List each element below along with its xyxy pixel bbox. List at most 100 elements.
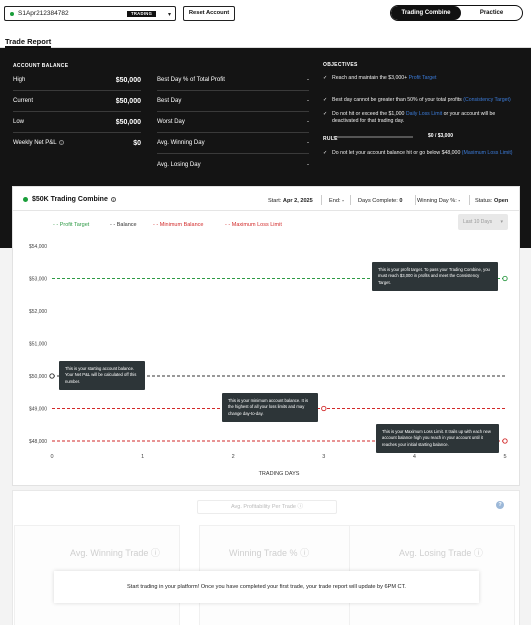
start-trading-notice: Start trading in your platform! Once you…	[54, 571, 479, 603]
objective-text-part: Do not hit or exceed the $1,000	[332, 111, 406, 117]
info-icon: ⓘ	[150, 548, 160, 558]
info-icon[interactable]: i	[58, 140, 64, 146]
meta-value: Open	[493, 198, 509, 204]
stat-value: -	[307, 140, 309, 146]
stat-label: High	[13, 77, 26, 83]
legend-profit-target: - - Profit Target	[53, 222, 89, 228]
legend-min-balance: - - Minimum Balance	[153, 222, 203, 228]
stat-current: Current $50,000	[13, 91, 141, 112]
consistency-target-link[interactable]: (Consistency Target)	[463, 97, 510, 103]
stat-value: $50,000	[115, 97, 141, 105]
stat-label: Worst Day	[157, 119, 185, 125]
info-icon: ⓘ	[300, 548, 310, 558]
stat-avg-losing-day: Avg. Losing Day -	[157, 154, 309, 175]
meta-value: -	[458, 198, 461, 204]
stat-label: Weekly Net P&L i	[13, 140, 64, 147]
info-icon[interactable]: i	[110, 197, 116, 202]
range-select[interactable]: Last 10 Days ▾	[458, 214, 508, 230]
stat-low: Low $50,000	[13, 112, 141, 133]
avg-profitability-button[interactable]: Avg. Profitability Per Trade ⓘ	[197, 500, 337, 514]
stat-weekly-pnl: Weekly Net P&L i $0	[13, 133, 141, 154]
status-dot-icon	[23, 197, 28, 202]
objective-daily-loss: ✓ Do not hit or exceed the $1,000 Daily …	[323, 111, 523, 125]
legend-balance: - - Balance	[110, 222, 137, 228]
stat-best-day: Best Day -	[157, 91, 309, 112]
daily-loss-limit-link[interactable]: Daily Loss Limit	[406, 111, 442, 117]
objectives-heading: OBJECTIVES	[323, 62, 358, 68]
objective-text-part: Reach and maintain the $3,000+	[332, 75, 409, 81]
stat-label: Best Day	[157, 98, 182, 104]
help-icon[interactable]: ?	[496, 501, 504, 509]
meta-label: Start:	[268, 198, 283, 204]
legend-label: Minimum Balance	[159, 222, 204, 228]
max-loss-limit-link[interactable]: (Maximum Loss Limit)	[462, 150, 513, 156]
stat-value: -	[307, 161, 309, 168]
winning-trade-pct-label: Winning Trade % ⓘ	[229, 546, 309, 559]
account-type-badge: TRADING	[127, 10, 157, 17]
avg-losing-trade-label: Avg. Losing Trade ⓘ	[399, 546, 483, 559]
stat-label: Current	[13, 98, 34, 104]
ghost-text: Avg. Losing Trade	[399, 548, 472, 558]
reset-account-button[interactable]: Reset Account	[183, 6, 235, 21]
objective-text: Best day cannot be greater than 50% of y…	[332, 97, 511, 104]
stat-value: $50,000	[115, 118, 141, 126]
objective-text-part: Best day cannot be greater than 50% of y…	[332, 97, 464, 103]
stat-worst-day: Worst Day -	[157, 112, 309, 133]
tab-trading-combine[interactable]: Trading Combine	[391, 6, 461, 20]
tooltip-max-loss: This is your Maximum Loss Limit. It trai…	[376, 424, 499, 454]
meta-value: Apr 2, 2025	[282, 198, 313, 204]
legend-max-loss: - - Maximum Loss Limit	[225, 222, 282, 228]
combine-start: Start: Apr 2, 2025	[268, 198, 313, 204]
meta-label: Status:	[475, 198, 494, 204]
divider	[350, 195, 351, 205]
divider	[415, 195, 416, 205]
stat-value: -	[307, 119, 309, 125]
avg-winning-trade-label: Avg. Winning Trade ⓘ	[70, 546, 160, 559]
objective-consistency: ✓ Best day cannot be greater than 50% of…	[323, 97, 523, 104]
stat-value: -	[307, 77, 309, 83]
account-selector[interactable]: S1Apr212384782 TRADING ▾	[4, 6, 176, 21]
rule-text: Do not let your account balance hit or g…	[332, 150, 513, 157]
tab-practice[interactable]: Practice	[461, 6, 522, 20]
meta-value: -	[342, 198, 344, 204]
avg-profitability-label: Avg. Profitability Per Trade	[230, 504, 296, 510]
combine-status: Status: Open	[475, 198, 508, 204]
tooltip-balance: This is your starting account balance. Y…	[59, 361, 145, 391]
stat-label: Avg. Winning Day	[157, 140, 205, 146]
legend-label: Maximum Loss Limit	[231, 222, 282, 228]
profit-target-link[interactable]: Profit Target	[409, 75, 437, 81]
stat-value: $50,000	[115, 76, 141, 84]
profit-progress-bar	[333, 136, 413, 138]
legend-label: Balance	[116, 222, 137, 228]
rule-heading: RULE	[323, 136, 338, 142]
top-bar: S1Apr212384782 TRADING ▾ Reset Account T…	[0, 0, 531, 30]
objective-text: Do not hit or exceed the $1,000 Daily Lo…	[332, 111, 523, 125]
rule-text-part: Do not let your account balance hit or g…	[332, 150, 462, 156]
dash-icon: - -	[225, 222, 232, 228]
stat-label: Low	[13, 119, 25, 125]
tooltip-min-balance: This is your minimum account balance. It…	[222, 393, 318, 423]
ghost-text: Winning Trade %	[229, 548, 298, 558]
divider	[469, 195, 470, 205]
dash-icon: - -	[53, 222, 60, 228]
objective-text: Reach and maintain the $3,000+ Profit Ta…	[332, 75, 436, 82]
chevron-down-icon: ▾	[500, 219, 503, 225]
dash-icon: - -	[153, 222, 160, 228]
dash-icon: - -	[110, 222, 117, 228]
profit-progress-label: $0 / $3,000	[428, 133, 454, 139]
stat-label: Avg. Losing Day	[157, 161, 201, 168]
tooltip-profit-target: This is your profit target. To pass your…	[372, 262, 498, 292]
rule-max-loss: ✓ Do not let your account balance hit or…	[323, 150, 523, 157]
page-title: Trade Report	[5, 37, 52, 46]
divider	[321, 195, 322, 205]
combine-header: $50K Trading Combine i Start: Apr 2, 202…	[13, 187, 519, 211]
check-icon: ✓	[323, 75, 328, 81]
meta-label: Days Complete:	[358, 198, 400, 204]
combine-days-complete: Days Complete: 0	[358, 198, 402, 204]
info-icon: ⓘ	[473, 548, 483, 558]
meta-label: End:	[329, 198, 343, 204]
objective-profit-target: ✓ Reach and maintain the $3,000+ Profit …	[323, 75, 523, 82]
account-id: S1Apr212384782	[18, 10, 69, 17]
combine-winning-pct: Winning Day %: -	[417, 198, 460, 204]
combine-title-wrap: $50K Trading Combine i	[23, 196, 116, 203]
